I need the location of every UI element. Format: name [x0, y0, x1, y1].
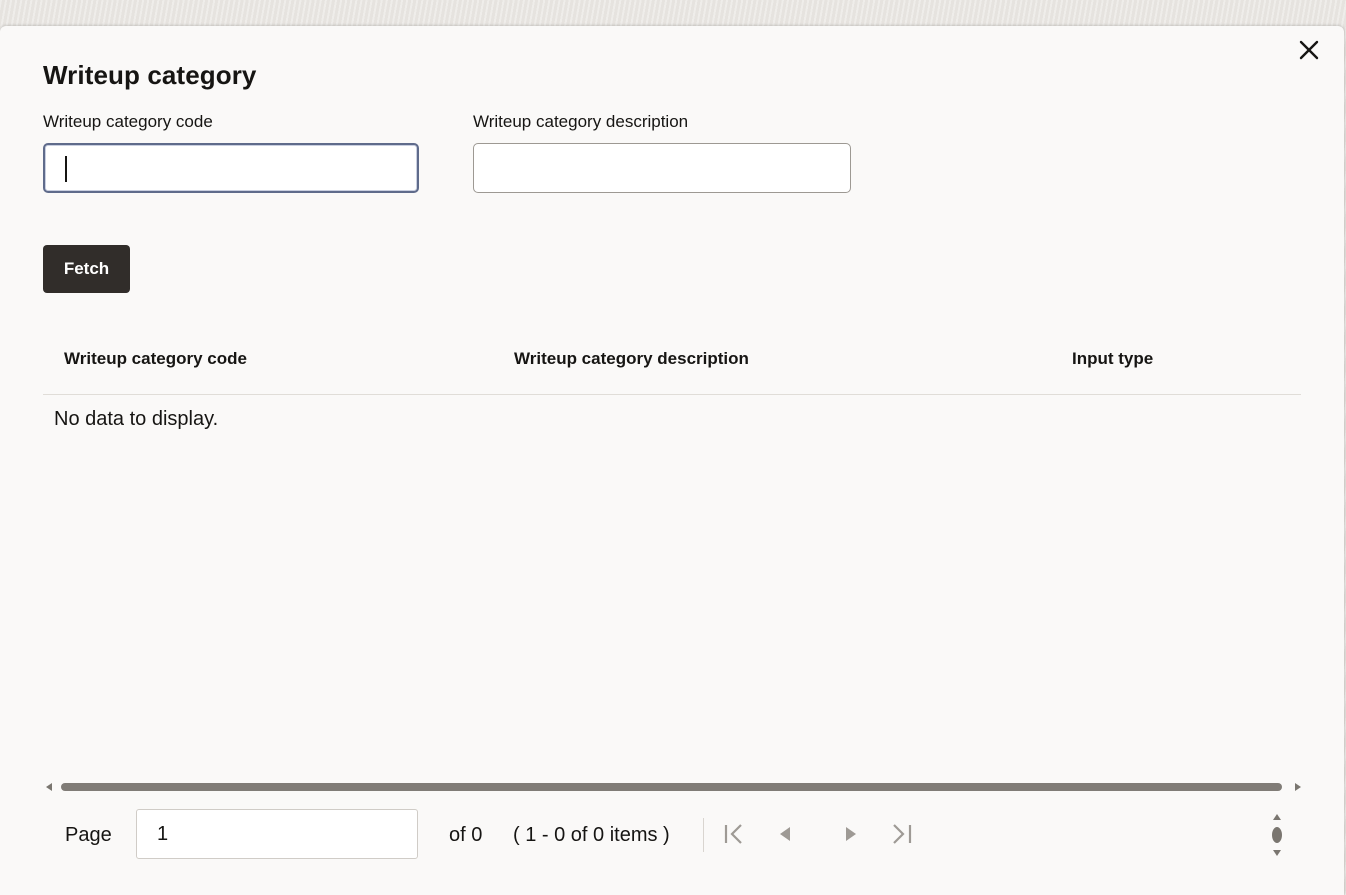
page-total: of 0 [449, 824, 483, 846]
code-field-label: Writeup category code [43, 112, 213, 131]
background-page [0, 0, 1346, 26]
item-range: ( 1 - 0 of 0 items ) [513, 824, 670, 846]
description-input[interactable] [473, 143, 851, 193]
pagination-divider [703, 818, 704, 852]
first-page-icon [724, 824, 742, 844]
last-page-button[interactable] [889, 821, 915, 847]
horizontal-scrollbar[interactable] [43, 781, 1301, 793]
writeup-category-dialog: Writeup category Writeup category code W… [0, 26, 1344, 895]
first-page-button[interactable] [721, 821, 747, 847]
scroll-left-arrow-icon[interactable] [46, 783, 52, 791]
next-page-button[interactable] [838, 821, 864, 847]
scroll-right-arrow-icon[interactable] [1295, 783, 1301, 791]
fetch-button[interactable]: Fetch [43, 245, 130, 293]
next-page-icon [846, 827, 856, 841]
column-header-input-type[interactable]: Input type [1072, 349, 1153, 369]
close-button[interactable] [1295, 36, 1323, 64]
column-header-code[interactable]: Writeup category code [64, 349, 247, 369]
text-caret [65, 156, 67, 182]
previous-page-icon [780, 827, 790, 841]
last-page-icon [893, 824, 912, 844]
page-label: Page [65, 824, 112, 846]
column-header-description[interactable]: Writeup category description [514, 349, 749, 369]
more-options-button[interactable] [1268, 812, 1286, 858]
more-options-icon [1272, 814, 1282, 856]
previous-page-button[interactable] [772, 821, 798, 847]
dialog-title: Writeup category [43, 60, 257, 90]
code-input[interactable] [43, 143, 419, 193]
close-icon [1299, 40, 1319, 60]
empty-table-message: No data to display. [54, 408, 219, 430]
header-divider [43, 394, 1301, 395]
description-field-label: Writeup category description [473, 112, 689, 131]
page-number-input[interactable] [136, 809, 418, 859]
scrollbar-thumb[interactable] [61, 783, 1282, 791]
